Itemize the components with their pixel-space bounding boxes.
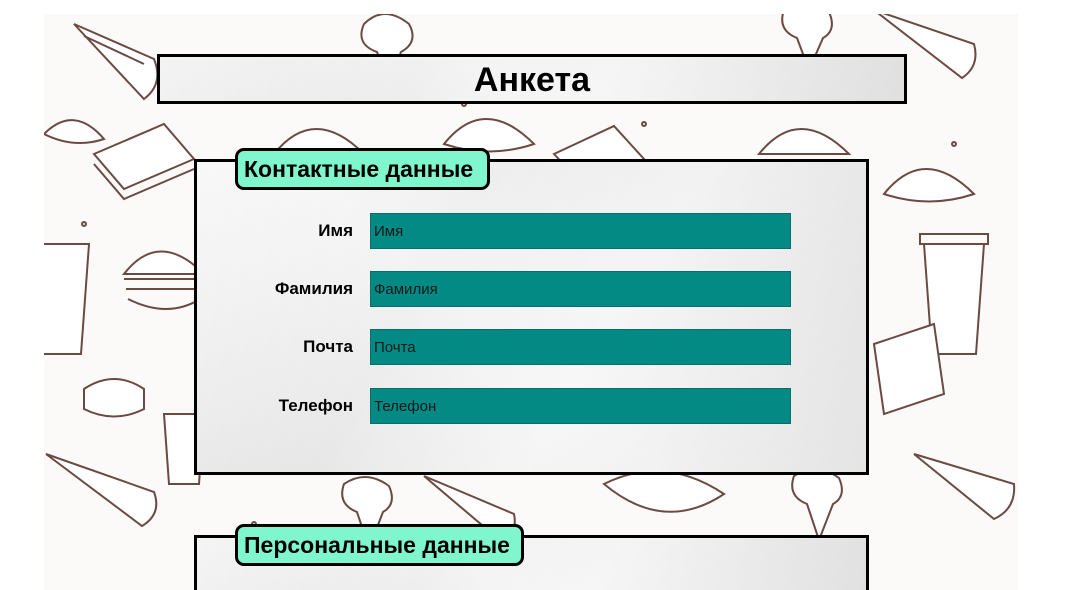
email-input[interactable] bbox=[370, 329, 791, 365]
taco-icon bbox=[442, 118, 536, 153]
pizza-slice-icon bbox=[913, 453, 1016, 521]
first-name-input[interactable] bbox=[370, 213, 791, 249]
burger-icon bbox=[756, 128, 852, 155]
page-header: Анкета bbox=[157, 54, 907, 104]
fries-icon bbox=[872, 322, 946, 416]
form-row-first-name: Имя bbox=[197, 213, 867, 249]
form-row-email: Почта bbox=[197, 329, 867, 365]
sauce-cup-icon bbox=[83, 378, 145, 418]
ice-cream-icon bbox=[791, 468, 843, 543]
first-name-label: Имя bbox=[318, 221, 353, 240]
taco-icon bbox=[44, 119, 106, 144]
last-name-input[interactable] bbox=[370, 271, 791, 307]
page-title: Анкета bbox=[473, 60, 591, 99]
sandwich-icon bbox=[92, 122, 196, 191]
contacts-legend: Контактные данные bbox=[235, 148, 490, 190]
email-label: Почта bbox=[303, 337, 353, 356]
burger-icon bbox=[121, 250, 207, 275]
form-row-last-name: Фамилия bbox=[197, 271, 867, 307]
contacts-fieldset: Имя Фамилия Почта Телефон bbox=[194, 159, 869, 475]
last-name-label: Фамилия bbox=[274, 279, 353, 298]
pizza-slice-icon bbox=[73, 23, 159, 101]
phone-label: Телефон bbox=[278, 396, 353, 415]
phone-input[interactable] bbox=[370, 388, 791, 424]
taco-icon bbox=[882, 168, 976, 203]
hot-dog-icon bbox=[602, 470, 726, 513]
personal-legend: Персональные данные bbox=[235, 524, 524, 566]
coffee-cup-icon bbox=[44, 243, 91, 355]
pizza-slice-icon bbox=[45, 453, 158, 528]
form-row-phone: Телефон bbox=[197, 388, 867, 424]
